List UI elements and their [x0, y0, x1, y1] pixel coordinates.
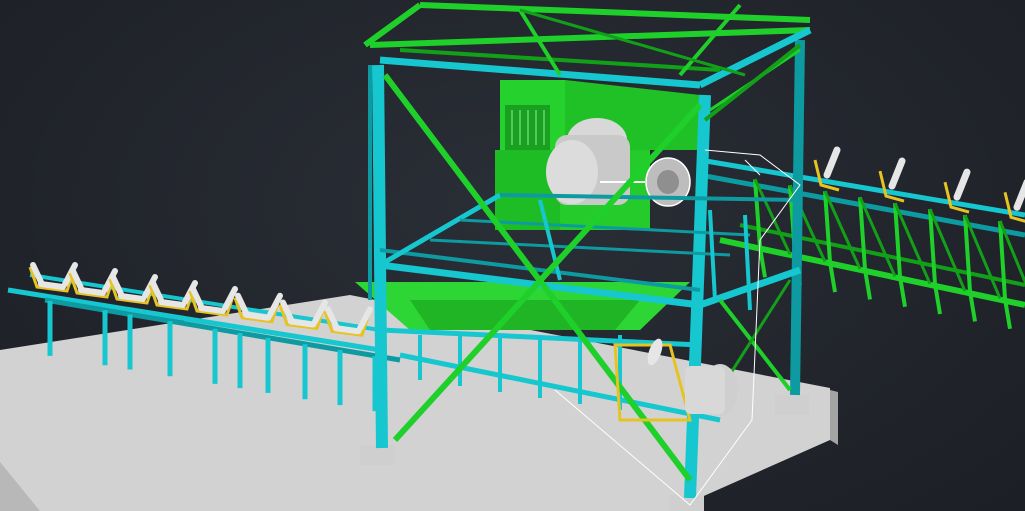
roof-beam-right	[698, 26, 812, 89]
idler-roller	[158, 299, 186, 308]
idler-roller	[38, 281, 66, 290]
discharge-hopper-lower	[410, 300, 640, 330]
platform-post	[743, 214, 752, 311]
idler-roller	[198, 305, 226, 314]
idler-roller	[1013, 179, 1025, 211]
structure-3d-model[interactable]	[0, 0, 1025, 511]
cad-viewport[interactable]	[0, 0, 1025, 511]
column-plinth	[775, 395, 809, 415]
roof-beam-back	[369, 27, 811, 48]
column-rear-right	[790, 39, 805, 396]
roof-ridge	[419, 2, 811, 23]
idler-roller	[888, 157, 906, 190]
idler-roller	[78, 287, 106, 296]
platform-post	[708, 209, 717, 301]
foundation-front-face	[830, 390, 838, 445]
platform-joist	[429, 238, 731, 257]
idler-roller	[333, 325, 361, 335]
roof-rafter	[363, 2, 422, 48]
column-front-left	[372, 64, 388, 449]
idler-roller	[823, 146, 841, 179]
idler-roller	[953, 168, 971, 201]
idler-roller	[243, 311, 271, 321]
idler-roller	[288, 318, 316, 328]
idler-roller	[118, 293, 146, 302]
